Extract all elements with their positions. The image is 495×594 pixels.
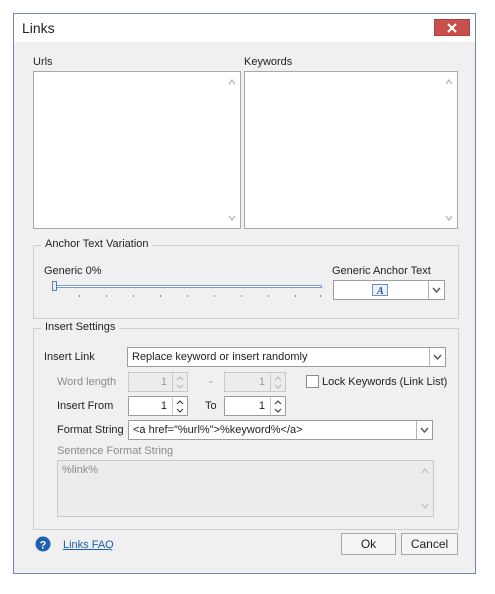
- generic-slider[interactable]: [52, 281, 324, 301]
- scroll-down-icon: [421, 503, 429, 509]
- slider-tick: [106, 295, 107, 297]
- chevron-down-icon: [432, 287, 441, 293]
- sentence-format-value: %link%: [62, 464, 99, 476]
- links-faq-link[interactable]: Links FAQ: [63, 539, 114, 551]
- dropdown-arrow[interactable]: [428, 281, 444, 299]
- urls-textarea[interactable]: [33, 71, 241, 229]
- slider-tick: [295, 295, 296, 297]
- lock-keywords-label: Lock Keywords (Link List): [322, 376, 448, 388]
- keywords-textarea[interactable]: [244, 71, 458, 229]
- stepper-buttons[interactable]: [270, 397, 285, 415]
- slider-track: [52, 285, 322, 288]
- links-dialog: Links Urls Keywords Anchor Text Variatio…: [13, 13, 476, 574]
- format-string-label: Format String: [57, 424, 124, 436]
- chevron-down-icon: [274, 384, 282, 389]
- stepper-buttons[interactable]: [172, 373, 187, 391]
- insert-to-stepper[interactable]: 1: [224, 396, 286, 416]
- scroll-up-icon: [421, 468, 429, 474]
- generic-anchor-text-dropdown[interactable]: A: [333, 280, 445, 300]
- insert-from-stepper[interactable]: 1: [128, 396, 188, 416]
- word-length-label: Word length: [57, 376, 117, 388]
- insert-settings-group-title: Insert Settings: [41, 321, 120, 333]
- urls-scrollbar[interactable]: [225, 73, 239, 227]
- title-bar: Links: [14, 14, 475, 42]
- lock-keywords-checkbox[interactable]: [306, 375, 319, 388]
- sentence-format-label: Sentence Format String: [57, 445, 174, 457]
- sentence-format-scrollbar[interactable]: [418, 462, 432, 515]
- word-length-to-stepper[interactable]: 1: [224, 372, 286, 392]
- chevron-down-icon: [433, 354, 442, 360]
- word-length-from-stepper[interactable]: 1: [128, 372, 188, 392]
- scroll-down-icon: [445, 215, 453, 221]
- insert-link-label: Insert Link: [44, 351, 95, 363]
- keywords-label: Keywords: [244, 56, 293, 68]
- slider-tick: [133, 295, 134, 297]
- chevron-down-icon: [176, 408, 184, 413]
- scroll-up-icon: [228, 79, 236, 85]
- generic-label: Generic 0%: [44, 265, 102, 277]
- slider-tick: [268, 295, 269, 297]
- slider-tick: [320, 295, 321, 297]
- close-icon: [447, 23, 457, 33]
- help-icon[interactable]: ?: [35, 536, 51, 552]
- slider-tick: [187, 295, 188, 297]
- slider-tick: [160, 295, 161, 297]
- close-button[interactable]: [434, 19, 470, 36]
- slider-tick: [214, 295, 215, 297]
- slider-tick: [241, 295, 242, 297]
- word-length-to-value: 1: [258, 376, 265, 388]
- chevron-up-icon: [176, 400, 184, 405]
- chevron-down-icon: [420, 427, 429, 433]
- keywords-scrollbar[interactable]: [442, 73, 456, 227]
- scroll-up-icon: [445, 79, 453, 85]
- svg-text:A: A: [376, 286, 384, 296]
- slider-tick: [79, 295, 80, 297]
- word-length-from-value: 1: [160, 376, 167, 388]
- format-string-dropdown[interactable]: <a href="%url%">%keyword%</a>: [128, 420, 433, 440]
- insert-from-label: Insert From: [57, 400, 114, 412]
- svg-text:?: ?: [40, 540, 47, 552]
- slider-thumb[interactable]: [52, 281, 57, 291]
- insert-link-dropdown[interactable]: Replace keyword or insert randomly: [127, 347, 446, 367]
- sentence-format-textarea[interactable]: %link%: [57, 460, 434, 517]
- word-length-separator: -: [209, 376, 213, 388]
- insert-to-value: 1: [258, 400, 265, 412]
- stepper-buttons[interactable]: [172, 397, 187, 415]
- ok-button[interactable]: Ok: [341, 533, 396, 555]
- chevron-up-icon: [176, 376, 184, 381]
- format-string-value: <a href="%url%">%keyword%</a>: [133, 424, 303, 436]
- dropdown-arrow[interactable]: [416, 421, 432, 439]
- chevron-down-icon: [274, 408, 282, 413]
- to-label: To: [205, 400, 217, 412]
- text-format-icon: A: [372, 284, 388, 296]
- chevron-up-icon: [274, 400, 282, 405]
- dropdown-arrow[interactable]: [429, 348, 445, 366]
- insert-from-value: 1: [160, 400, 167, 412]
- anchor-text-group-title: Anchor Text Variation: [41, 238, 153, 250]
- scroll-down-icon: [228, 215, 236, 221]
- window-title: Links: [22, 20, 55, 36]
- chevron-up-icon: [274, 376, 282, 381]
- urls-label: Urls: [33, 56, 53, 68]
- generic-anchor-text-label: Generic Anchor Text: [332, 265, 431, 277]
- chevron-down-icon: [176, 384, 184, 389]
- insert-link-value: Replace keyword or insert randomly: [132, 351, 308, 363]
- stepper-buttons[interactable]: [270, 373, 285, 391]
- cancel-button[interactable]: Cancel: [401, 533, 458, 555]
